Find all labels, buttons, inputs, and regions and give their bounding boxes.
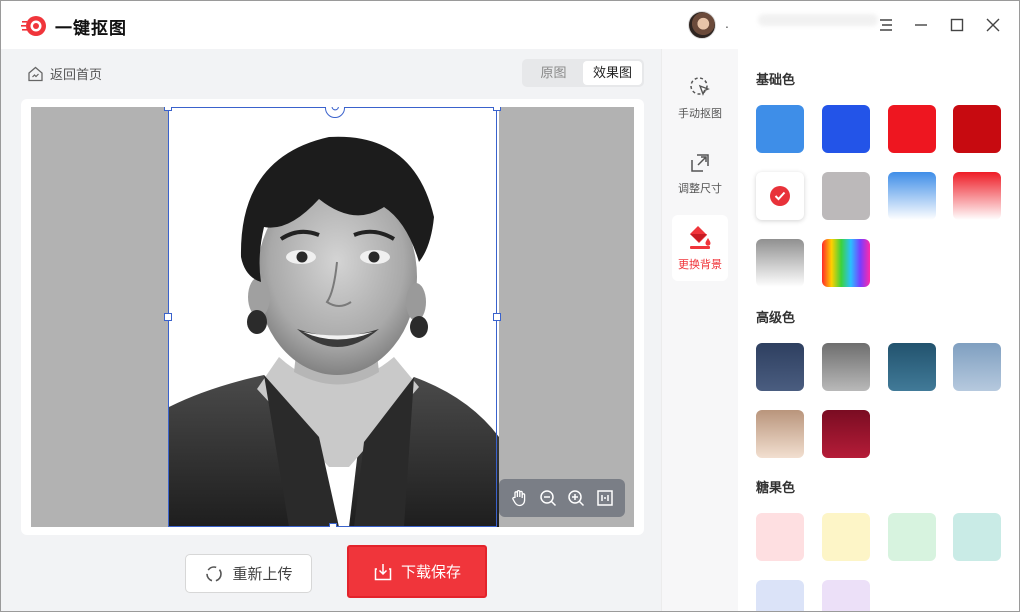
swatch-white[interactable]	[756, 172, 804, 220]
swatch-candy-mint[interactable]	[888, 513, 936, 561]
tool-change-background-label: 更换背景	[678, 259, 722, 271]
crop-handle[interactable]	[493, 107, 501, 111]
selected-check-icon	[770, 186, 790, 206]
swatch-candy-aqua[interactable]	[953, 513, 1001, 561]
download-save-label: 下载保存	[400, 564, 461, 581]
tool-resize[interactable]: 调整尺寸	[672, 141, 728, 207]
tab-result[interactable]: 效果图	[583, 61, 642, 85]
section-basic-title: 基础色	[756, 72, 796, 87]
zoom-in-icon[interactable]	[565, 487, 587, 509]
download-icon	[374, 563, 392, 580]
home-icon	[28, 66, 43, 81]
fit-icon[interactable]	[594, 487, 616, 509]
swatch-navy-gradient[interactable]	[756, 343, 804, 391]
section-advanced-title: 高级色	[756, 310, 796, 325]
crop-handle[interactable]	[164, 313, 172, 321]
rotate-handle-icon[interactable]: ↻	[325, 107, 345, 118]
close-icon[interactable]	[983, 15, 1003, 35]
tool-resize-label: 调整尺寸	[678, 183, 722, 195]
swatch-candy-lavender-blue[interactable]	[756, 580, 804, 611]
user-avatar[interactable]	[688, 11, 716, 39]
crop-frame[interactable]: ↻	[164, 107, 501, 527]
swatch-light-steel-blue[interactable]	[953, 343, 1001, 391]
minimize-icon[interactable]	[911, 15, 931, 35]
swatch-gray-gradient[interactable]	[756, 239, 804, 287]
swatch-rainbow[interactable]	[822, 239, 870, 287]
crop-handle[interactable]	[164, 107, 172, 111]
paint-bucket-icon	[690, 226, 711, 249]
title-bar: 一键抠图 .	[1, 1, 1019, 49]
maximize-icon[interactable]	[947, 15, 967, 35]
download-save-button[interactable]: 下载保存	[347, 545, 487, 598]
app-window: 一键抠图 . 返回首页 原图 效果图 ↻ 重新上传 下载保存 手动抠图 调整尺寸…	[0, 0, 1020, 612]
editor-panel: 返回首页 原图 效果图 ↻ 重新上传 下载保存	[1, 49, 661, 611]
section-candy-title: 糖果色	[756, 480, 796, 495]
refresh-icon	[206, 565, 223, 582]
background-color-panel: 基础色 高级色 糖果色	[738, 49, 1019, 611]
crop-handle[interactable]	[329, 523, 337, 527]
resize-icon	[691, 154, 709, 172]
reupload-button[interactable]: 重新上传	[185, 554, 312, 593]
swatch-dark-red[interactable]	[953, 105, 1001, 153]
back-home-link[interactable]: 返回首页	[27, 64, 102, 83]
app-logo-icon	[21, 16, 46, 36]
canvas-toolbar	[499, 479, 625, 517]
tool-manual-cutout-label: 手动抠图	[678, 108, 722, 120]
view-toggle: 原图 效果图	[522, 59, 644, 87]
image-canvas[interactable]: ↻	[31, 107, 634, 527]
zoom-out-icon[interactable]	[537, 487, 559, 509]
swatch-gray-gradient-dark[interactable]	[822, 343, 870, 391]
menu-icon[interactable]	[876, 15, 896, 35]
cursor-select-icon	[690, 77, 710, 96]
app-title: 一键抠图	[55, 19, 127, 38]
tool-sidebar: 手动抠图 调整尺寸 更换背景	[661, 49, 738, 611]
tab-original[interactable]: 原图	[524, 61, 583, 85]
swatch-light-gray[interactable]	[822, 172, 870, 220]
user-name-redacted	[758, 14, 878, 26]
tool-change-background[interactable]: 更换背景	[672, 215, 728, 281]
swatch-tan-gradient[interactable]	[756, 410, 804, 458]
swatch-candy-lilac[interactable]	[822, 580, 870, 611]
swatch-red[interactable]	[888, 105, 936, 153]
swatch-crimson[interactable]	[822, 410, 870, 458]
canvas-card: ↻	[21, 99, 644, 535]
swatch-blue-gradient[interactable]	[888, 172, 936, 220]
back-home-label: 返回首页	[50, 67, 103, 82]
swatch-candy-yellow[interactable]	[822, 513, 870, 561]
reupload-label: 重新上传	[232, 566, 293, 583]
swatch-teal-blue[interactable]	[888, 343, 936, 391]
swatch-blue[interactable]	[756, 105, 804, 153]
tool-manual-cutout[interactable]: 手动抠图	[672, 65, 728, 131]
swatch-red-gradient[interactable]	[953, 172, 1001, 220]
swatch-royal-blue[interactable]	[822, 105, 870, 153]
crop-handle[interactable]	[493, 313, 501, 321]
hand-icon[interactable]	[508, 487, 530, 509]
swatch-candy-pink[interactable]	[756, 513, 804, 561]
user-name[interactable]: .	[725, 15, 729, 31]
